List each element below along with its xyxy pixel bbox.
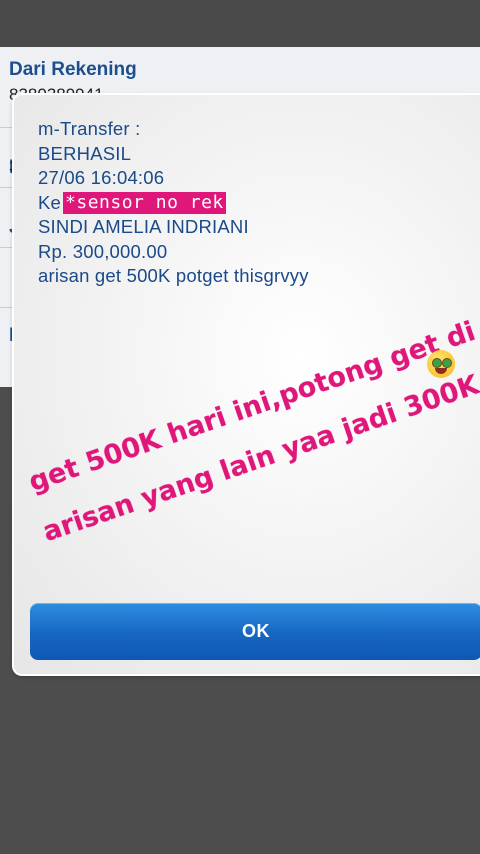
dialog-message: m-Transfer : BERHASIL 27/06 16:04:06 Ke … (38, 117, 478, 289)
transfer-datetime: 27/06 16:04:06 (38, 167, 165, 188)
from-account-label: Dari Rekening (9, 59, 137, 80)
destination-row: Ke *sensor no rek (38, 191, 478, 216)
transfer-amount: Rp. 300,000.00 (38, 240, 168, 262)
ok-button[interactable]: OK (30, 603, 480, 660)
recipient-name: SINDI AMELIA INDRIANI (38, 216, 249, 237)
message-title: m-Transfer : (38, 118, 141, 139)
destination-prefix: Ke (38, 191, 62, 213)
transfer-result-dialog: m-Transfer : BERHASIL 27/06 16:04:06 Ke … (14, 95, 480, 674)
redacted-account-number: *sensor no rek (63, 191, 226, 214)
transfer-status: BERHASIL (38, 142, 132, 164)
transfer-note: arisan get 500K potget thisgrvyy (38, 265, 309, 286)
